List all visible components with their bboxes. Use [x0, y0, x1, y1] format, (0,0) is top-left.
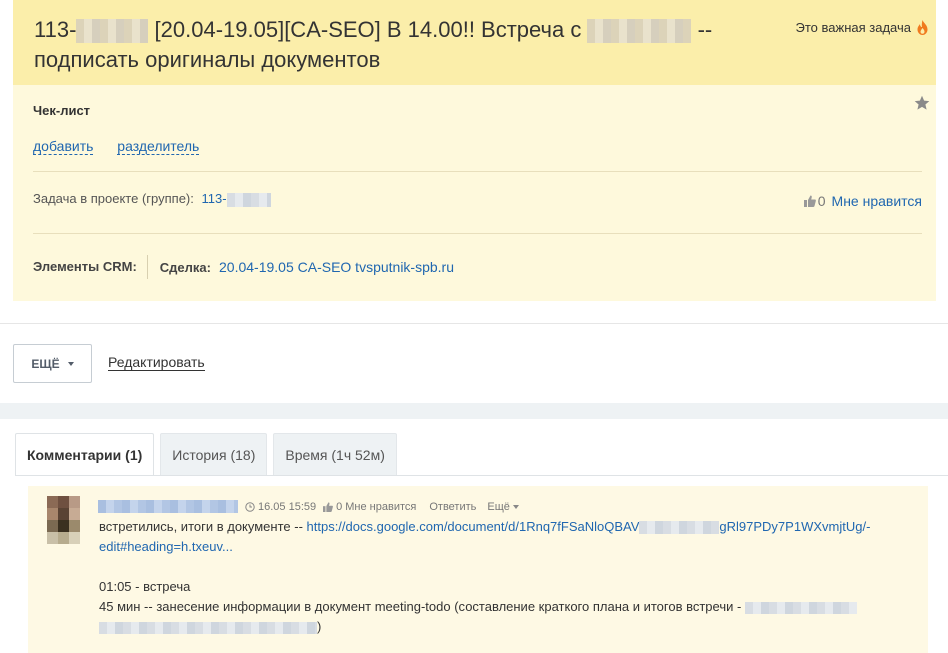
comment-reply-link[interactable]: Ответить	[429, 501, 476, 513]
tabs-bar: Комментарии (1) История (18) Время (1ч 5…	[15, 433, 397, 476]
task-body: Чек-лист добавить разделитель Задача в п…	[13, 85, 936, 301]
section-separator	[0, 403, 948, 419]
comment-text-prefix: встретились, итоги в документе --	[99, 519, 307, 534]
task-title-line2: подписать оригиналы документов	[34, 47, 381, 72]
comment-line3: 01:05 - встреча	[99, 579, 191, 594]
comment-more-link[interactable]: Ещё	[487, 501, 519, 513]
important-task-toggle[interactable]: Это важная задача	[796, 20, 928, 35]
task-title-prefix: 113-	[34, 17, 77, 42]
comment-like-count: 0	[336, 500, 343, 513]
edit-link[interactable]: Редактировать	[108, 355, 205, 371]
redacted-block	[744, 601, 857, 614]
comment-item: 16.05 15:59 0 Мне нравится Ответить Ещё …	[28, 486, 928, 653]
crm-deal-link[interactable]: 20.04-19.05 CA-SEO tvsputnik-spb.ru	[219, 259, 454, 275]
task-title-middle: [20.04-19.05][CA-SEO] В 14.00!! Встреча …	[154, 17, 582, 42]
comment-time-wrap: 16.05 15:59	[245, 501, 316, 513]
comment-author[interactable]	[98, 500, 238, 513]
project-link[interactable]: 113-	[201, 191, 271, 207]
redacted-block	[639, 521, 720, 535]
checklist-add-link[interactable]: добавить	[33, 138, 94, 155]
checklist-separator-link[interactable]: разделитель	[117, 138, 200, 155]
redacted-block	[99, 621, 317, 634]
more-button[interactable]: ЕЩЁ	[13, 344, 92, 383]
comment-more-label: Ещё	[487, 500, 510, 513]
important-label: Это важная задача	[795, 20, 911, 35]
comment-line5-end: )	[317, 619, 322, 634]
comment-like[interactable]: 0 Мне нравится	[323, 501, 416, 513]
checklist-title: Чек-лист	[33, 103, 91, 118]
thumb-up-icon	[803, 195, 816, 207]
comment-link-part1: https://docs.google.com/document/d/1Rnq7…	[306, 519, 640, 534]
redacted-block	[587, 19, 692, 44]
divider	[33, 233, 922, 234]
like-count: 0	[817, 193, 826, 209]
tab-history[interactable]: История (18)	[160, 433, 268, 475]
comment-header: 16.05 15:59 0 Мне нравится Ответить Ещё	[98, 500, 519, 513]
like-widget: 0 Мне нравится	[803, 193, 922, 209]
tab-time[interactable]: Время (1ч 52м)	[273, 433, 397, 475]
crm-row: Элементы CRM: Сделка: 20.04-19.05 CA-SEO…	[33, 255, 454, 279]
tabs-underline	[15, 475, 948, 476]
comment-link-part2: gRl97PDy7P1WXvmjtUg/-	[719, 519, 871, 534]
checklist-links: добавить разделитель	[33, 138, 219, 155]
divider	[33, 171, 922, 172]
project-label: Задача в проекте (группе):	[33, 191, 194, 206]
comment-link-line2: edit#heading=h.txeuv...	[99, 539, 233, 554]
comment-time: 16.05 15:59	[258, 500, 317, 513]
comment-line4: 45 мин -- занесение информации в докумен…	[99, 599, 742, 614]
comment-like-label: Мне нравится	[345, 500, 417, 513]
crm-label: Элементы CRM:	[33, 255, 148, 279]
task-title-suffix: --	[697, 17, 713, 42]
avatar[interactable]	[47, 496, 80, 544]
redacted-block	[226, 192, 271, 207]
task-title: 113- [20.04-19.05][CA-SEO] В 14.00!! Вст…	[34, 15, 754, 75]
task-header: 113- [20.04-19.05][CA-SEO] В 14.00!! Вст…	[13, 0, 936, 85]
project-link-prefix: 113-	[201, 191, 227, 206]
project-row: Задача в проекте (группе): 113-	[33, 191, 271, 207]
chevron-down-icon	[512, 504, 519, 509]
clock-icon	[245, 501, 255, 512]
star-icon[interactable]	[914, 95, 930, 111]
comment-text: встретились, итоги в документе -- https:…	[99, 517, 899, 637]
crm-deal-label: Сделка:	[159, 259, 211, 275]
chevron-down-icon	[67, 361, 74, 366]
like-link[interactable]: Мне нравится	[832, 193, 922, 209]
redacted-block	[76, 19, 149, 44]
tab-comments[interactable]: Комментарии (1)	[15, 433, 155, 476]
thumb-up-icon	[323, 501, 334, 512]
fire-icon	[917, 20, 928, 35]
more-button-label: ЕЩЁ	[31, 356, 60, 371]
section-divider	[0, 323, 948, 324]
